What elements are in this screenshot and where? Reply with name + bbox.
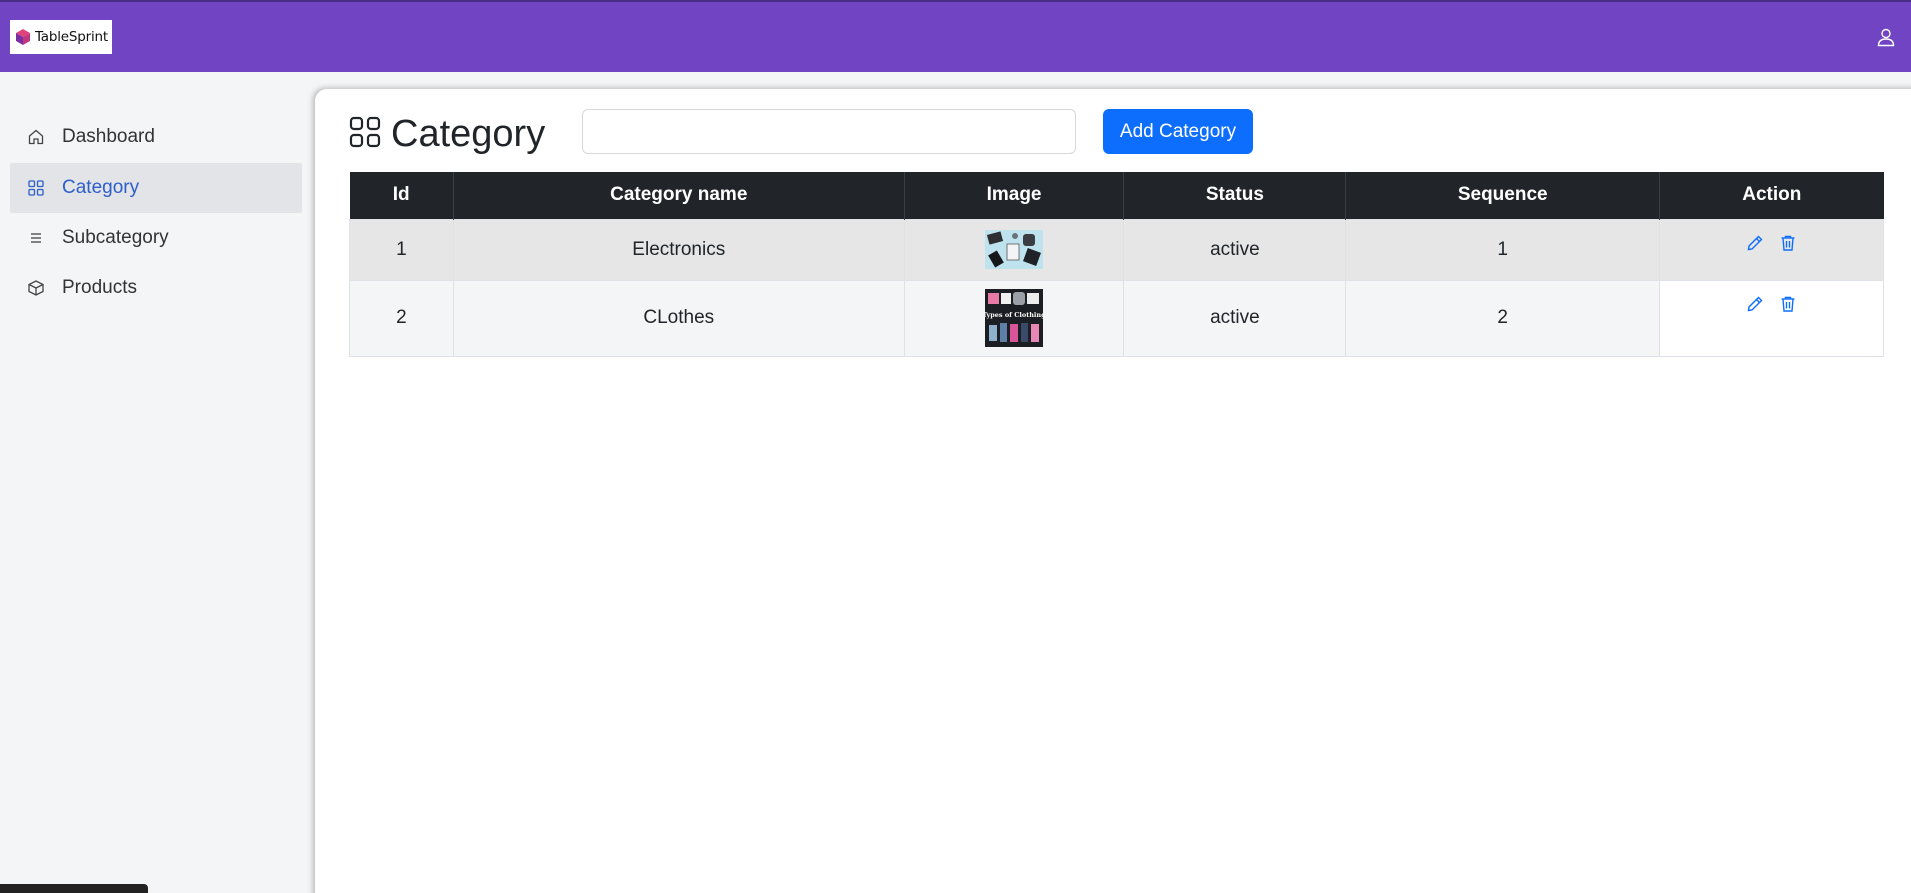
status-bar-tooltip [0,884,148,893]
delete-trash-icon[interactable] [1779,234,1797,252]
sidebar-item-label: Dashboard [62,126,155,147]
cell-action [1659,279,1884,357]
list-icon [26,228,46,248]
clothing-thumbnail: Types of Clothing [985,289,1044,347]
thumbnail-caption: Types of Clothing [985,311,1043,319]
sidebar-item-category[interactable]: Category [10,163,302,213]
sidebar: Dashboard Category Subcategory Products [0,90,310,893]
search-input[interactable] [582,109,1076,154]
sidebar-item-label: Subcategory [62,227,169,248]
edit-pencil-icon[interactable] [1746,234,1764,252]
home-icon [26,127,46,147]
column-header-sequence[interactable]: Sequence [1345,172,1661,219]
page-title: Category [391,112,546,155]
category-table: Id Category name Image Status Sequence A… [349,172,1884,357]
page-header: Category [349,109,545,159]
column-header-image[interactable]: Image [904,172,1125,219]
add-category-button[interactable]: Add Category [1103,109,1253,154]
column-header-status[interactable]: Status [1123,172,1347,219]
cell-sequence: 1 [1345,218,1661,281]
edit-pencil-icon[interactable] [1746,295,1764,313]
cell-id: 1 [349,218,454,281]
cube-logo-icon [16,29,30,45]
top-navbar: TableSprint [0,0,1911,72]
table-row: 1 Electronics active 1 [349,218,1884,281]
cell-status: active [1123,218,1347,281]
table-header-row: Id Category name Image Status Sequence A… [349,172,1884,219]
grid-icon [349,116,381,153]
sidebar-item-label: Products [62,277,137,298]
cell-image [903,218,1125,281]
cell-category-name: CLothes [452,279,905,357]
cell-id: 2 [349,279,454,357]
app-logo[interactable]: TableSprint [10,20,112,54]
sidebar-item-dashboard[interactable]: Dashboard [10,112,302,162]
cell-action [1659,218,1884,281]
delete-trash-icon[interactable] [1779,295,1797,313]
cell-category-name: Electronics [452,218,905,281]
cell-sequence: 2 [1345,279,1661,357]
cell-status: active [1123,279,1347,357]
column-header-id[interactable]: Id [349,172,454,219]
sidebar-item-subcategory[interactable]: Subcategory [10,213,302,263]
logo-text: TableSprint [35,29,108,45]
cell-image: Types of Clothing [903,279,1125,357]
column-header-category-name[interactable]: Category name [453,172,905,219]
sidebar-item-products[interactable]: Products [10,263,302,313]
grid-icon [26,178,46,198]
main-content: Category Add Category Id Category name I… [315,89,1911,893]
sidebar-item-label: Category [62,177,140,198]
column-header-action: Action [1659,172,1884,219]
electronics-thumbnail [985,230,1044,269]
user-profile-icon[interactable] [1875,26,1897,48]
box-icon [26,278,46,298]
table-row: 2 CLothes Types of Clothing active 2 [349,279,1884,357]
